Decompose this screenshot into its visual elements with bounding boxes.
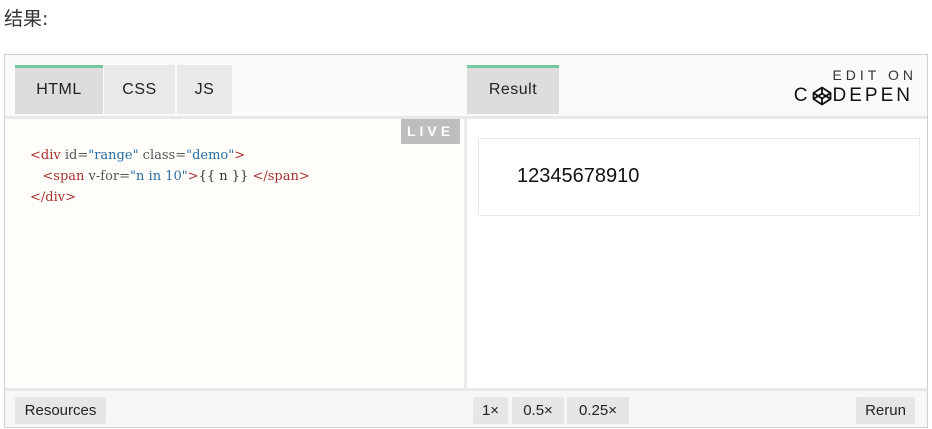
edit-on-codepen-link[interactable]: EDIT ON C DEPEN: [794, 67, 913, 107]
code-tag: <div: [30, 148, 61, 163]
codepen-wordmark: C DEPEN: [794, 85, 913, 107]
code-line-2: <span v-for="n in 10">{{ n }} </span>: [30, 166, 310, 187]
codepen-embed: HTML CSS JS Result EDIT ON C DEPEN LIVE …: [4, 54, 928, 428]
code-value: "demo": [186, 148, 235, 163]
code-tag: >: [234, 148, 246, 163]
codepen-logo-icon: [812, 86, 831, 106]
zoom-0-5x-button[interactable]: 0.5×: [512, 397, 564, 424]
embed-footer: Resources 1× 0.5× 0.25× Rerun: [5, 388, 927, 427]
code-tag: </div>: [30, 190, 76, 205]
code-block: <div id="range" class="demo"> <span v-fo…: [30, 145, 310, 208]
zoom-0-25x-button[interactable]: 0.25×: [567, 397, 629, 424]
code-line-3: </div>: [30, 187, 310, 208]
tab-css[interactable]: CSS: [104, 65, 175, 114]
tab-html[interactable]: HTML: [15, 65, 103, 114]
result-output-box: 12345678910: [478, 138, 920, 216]
embed-header: HTML CSS JS Result EDIT ON C DEPEN: [5, 55, 927, 119]
result-pane: 12345678910: [467, 119, 927, 388]
code-attr: id=: [60, 148, 89, 163]
result-output-text: 12345678910: [517, 165, 640, 187]
tab-js[interactable]: JS: [177, 65, 232, 114]
code-value: "range": [88, 148, 139, 163]
rerun-button[interactable]: Rerun: [856, 397, 915, 424]
result-heading: 结果:: [4, 8, 49, 30]
code-attr: class=: [138, 148, 187, 163]
live-badge: LIVE: [401, 119, 460, 144]
code-mustache: {{ n }}: [198, 169, 249, 184]
code-tag: >: [187, 169, 199, 184]
code-line-1: <div id="range" class="demo">: [30, 145, 310, 166]
edit-on-label: EDIT ON: [832, 67, 917, 83]
wordmark-prefix: C: [793, 85, 811, 106]
code-tag: <span: [42, 169, 85, 184]
tab-result[interactable]: Result: [467, 65, 559, 114]
wordmark-suffix: DEPEN: [832, 85, 913, 106]
zoom-1x-button[interactable]: 1×: [473, 397, 508, 424]
code-value: "n in 10": [130, 169, 188, 184]
code-attr: v-for=: [84, 169, 131, 184]
code-tag: </span>: [248, 169, 310, 184]
resources-button[interactable]: Resources: [15, 397, 106, 424]
